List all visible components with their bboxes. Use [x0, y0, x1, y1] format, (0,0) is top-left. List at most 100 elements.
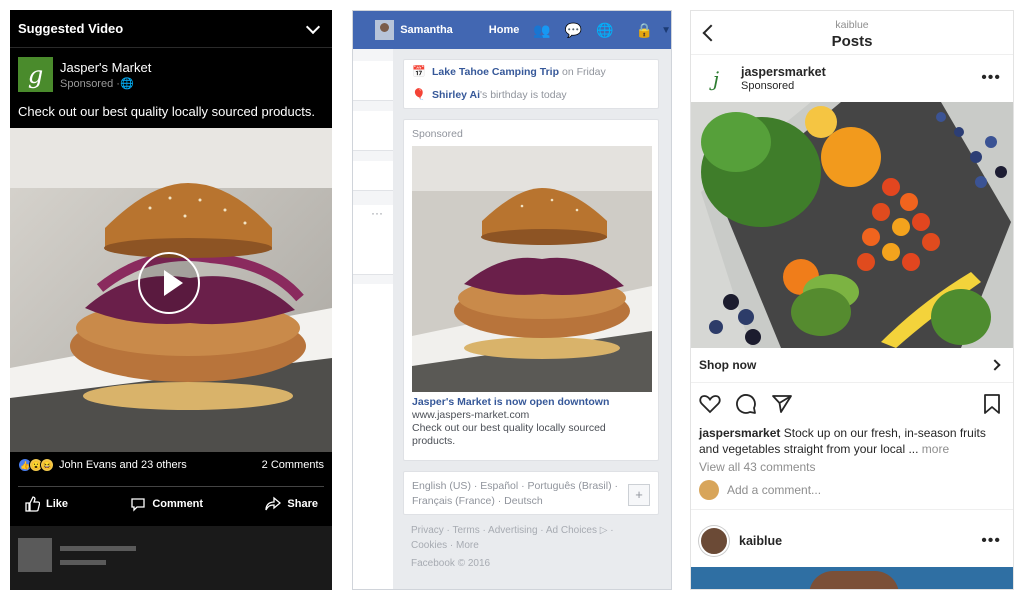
feed-block	[353, 161, 393, 191]
view-all-comments-link[interactable]: View all 43 comments	[691, 457, 1013, 474]
comment-icon[interactable]	[735, 393, 757, 415]
page-name[interactable]: Jasper's Market	[60, 60, 151, 75]
balloon-icon: 🎈	[412, 89, 426, 101]
comment-button[interactable]: Comment	[130, 496, 203, 512]
divider	[691, 500, 1013, 510]
sponsored-label: Sponsored	[741, 80, 795, 92]
comments-count[interactable]: 2 Comments	[262, 459, 324, 471]
caption-username[interactable]: jaspersmarket	[699, 426, 780, 440]
more-options-icon[interactable]: ···	[371, 206, 383, 220]
ad-image[interactable]	[412, 146, 652, 392]
event-title[interactable]: Lake Tahoe Camping Trip	[432, 66, 559, 78]
feed-block	[353, 284, 393, 589]
comment-label: Comment	[152, 497, 204, 510]
page-logo[interactable]: g	[18, 57, 53, 92]
next-post-header: kaiblue •••	[691, 516, 1013, 566]
share-label: Share	[287, 497, 318, 510]
sponsored-label: Sponsored	[412, 128, 463, 140]
placeholder-avatar	[18, 538, 52, 572]
add-comment-input[interactable]: Add a comment...	[727, 483, 821, 497]
desktop-right-column-panel: Samantha Home 👥 💬 🌐 🔒 ▼ ··· 📅 Lake Tahoe…	[352, 10, 672, 590]
play-icon[interactable]	[138, 252, 200, 314]
birthday-name[interactable]: Shirley Ai	[432, 89, 480, 101]
ad-url[interactable]: www.jaspers-market.com	[404, 408, 658, 421]
sponsored-card: Sponsored Jasper's Market is now open do…	[403, 119, 659, 461]
feed-block	[353, 111, 393, 151]
lock-icon[interactable]: 🔒	[636, 22, 653, 39]
globe-icon: ·🌐	[116, 77, 134, 90]
friends-icon[interactable]: 👥	[533, 22, 550, 39]
account-avatar[interactable]: j	[701, 63, 731, 94]
birthday-detail: 's birthday is today	[480, 88, 567, 101]
event-detail: on Friday	[562, 65, 606, 78]
like-button[interactable]: Like	[24, 495, 69, 512]
instagram-post-panel: kaiblue Posts j jaspersmarket Sponsored …	[690, 10, 1014, 590]
ad-title-link[interactable]: Jasper's Market is now open downtown	[404, 392, 658, 408]
post-actions	[691, 383, 1013, 425]
like-label: Like	[46, 497, 69, 510]
suggested-video-header: Suggested Video	[10, 10, 332, 48]
burger-photo	[412, 146, 652, 392]
placeholder-line	[60, 546, 136, 551]
placeholder-line	[60, 560, 106, 565]
avatar	[699, 480, 719, 500]
more-options-icon[interactable]: •••	[981, 69, 1001, 87]
language-links[interactable]: English (US) · Español · Português (Bras…	[404, 472, 658, 516]
share-button[interactable]: Share	[265, 496, 318, 512]
ad-formats-comparison: Suggested Video g Jasper's Market Sponso…	[0, 0, 1024, 601]
top-nav-bar: Samantha Home 👥 💬 🌐 🔒 ▼	[353, 11, 671, 49]
post-caption: jaspersmarket Stock up on our fresh, in-…	[691, 425, 1013, 457]
event-item[interactable]: 📅 Lake Tahoe Camping Trip on Friday	[404, 60, 658, 83]
comment-icon	[131, 497, 145, 512]
language-card: English (US) · Español · Português (Bras…	[403, 471, 659, 515]
feed-column-edge	[353, 49, 393, 589]
events-card: 📅 Lake Tahoe Camping Trip on Friday 🎈 Sh…	[403, 59, 659, 109]
caret-down-icon[interactable]: ▼	[661, 25, 671, 36]
mobile-video-ad-panel: Suggested Video g Jasper's Market Sponso…	[10, 10, 332, 590]
copyright: Facebook © 2016	[411, 558, 491, 569]
page-identity: g Jasper's Market Sponsored ·🌐	[10, 48, 332, 92]
heart-icon[interactable]	[699, 394, 721, 414]
burger-video[interactable]	[10, 128, 332, 452]
ad-description: Check out our best quality locally sourc…	[412, 422, 606, 447]
add-comment-row[interactable]: Add a comment...	[691, 474, 1013, 500]
produce-photo[interactable]	[691, 102, 1013, 348]
next-post-image[interactable]	[691, 567, 1013, 589]
sponsored-label: Sponsored	[60, 77, 114, 90]
footer-links: Privacy · Terms · Advertising · Ad Choic…	[411, 523, 651, 571]
next-post-username[interactable]: kaiblue	[739, 534, 782, 548]
top-nav: kaiblue Posts	[691, 11, 1013, 55]
birthday-item[interactable]: 🎈 Shirley Ai 's birthday is today	[404, 83, 658, 106]
share-icon	[265, 496, 282, 510]
next-story-placeholder	[10, 526, 332, 590]
chevron-down-icon[interactable]	[305, 19, 321, 34]
action-bar: Like Comment Share	[18, 486, 324, 520]
send-icon[interactable]	[771, 394, 793, 414]
profile-username: kaiblue	[835, 19, 869, 31]
footer-link-list[interactable]: Privacy · Terms · Advertising · Ad Choic…	[411, 523, 651, 553]
thumbs-up-icon	[25, 495, 40, 512]
notifications-globe-icon[interactable]: 🌐	[596, 22, 613, 39]
reactions-row: 👍 😮 😆 John Evans and 23 others 2 Comment…	[18, 458, 324, 472]
add-language-button[interactable]: +	[628, 484, 650, 506]
account-name[interactable]: jaspersmarket	[741, 65, 826, 79]
messages-icon[interactable]: 💬	[565, 22, 582, 39]
caption-more-link[interactable]: more	[918, 442, 949, 456]
reactions-text[interactable]: John Evans and 23 others	[59, 459, 187, 471]
chevron-right-icon	[989, 359, 1001, 371]
home-link[interactable]: Home	[489, 24, 520, 36]
avatar[interactable]	[699, 526, 729, 556]
profile-name[interactable]: Samantha	[400, 24, 453, 36]
shop-now-bar[interactable]: Shop now	[691, 348, 1013, 383]
page-title: Posts	[831, 33, 873, 50]
calendar-icon: 📅	[412, 66, 426, 78]
post-header: j jaspersmarket Sponsored •••	[691, 55, 1013, 102]
feed-block	[353, 61, 393, 101]
more-options-icon[interactable]: •••	[981, 532, 1001, 550]
ad-description: Check out our best quality locally sourc…	[18, 104, 315, 119]
avatar[interactable]	[375, 20, 395, 40]
shop-now-label: Shop now	[699, 358, 757, 372]
bookmark-icon[interactable]	[983, 393, 1001, 415]
vegetables-image	[691, 102, 1013, 348]
haha-reaction-icon: 😆	[40, 458, 54, 472]
